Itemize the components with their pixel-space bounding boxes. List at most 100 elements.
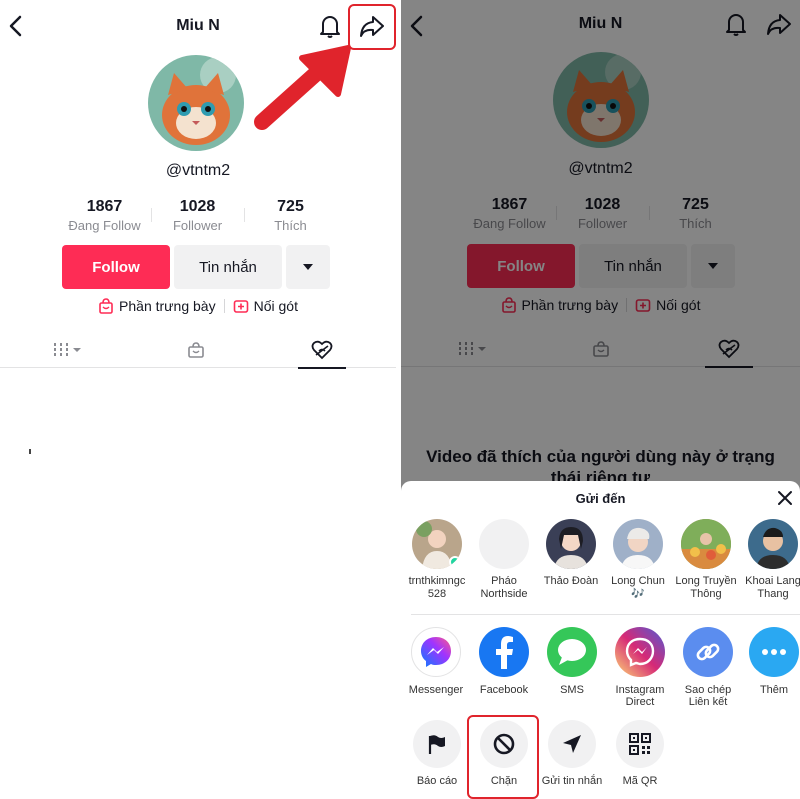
contacts-row: trnthkimngc 528 Pháo Northside Thảo Đoàn…	[401, 519, 800, 611]
app-label: Instagram Direct	[615, 684, 665, 708]
contact-name: Thảo Đoàn	[543, 575, 599, 587]
stat-followers-label: Follower	[172, 218, 223, 233]
share-sheet-title: Gửi đến	[575, 491, 626, 506]
duet-icon	[635, 299, 651, 312]
profile-screen-left: Miu N @vtntm2 1867 Đang Follow 1028 Foll…	[0, 0, 396, 799]
share-messenger[interactable]: Messenger	[401, 627, 471, 696]
annotation-arrow-icon	[254, 45, 351, 130]
share-icon[interactable]	[765, 11, 793, 37]
stat-following[interactable]: 1867 Đang Follow	[58, 198, 151, 238]
caret-down-icon	[708, 263, 718, 269]
contact-item[interactable]: trnthkimngc 528	[404, 519, 470, 601]
avatar	[148, 55, 244, 151]
share-more[interactable]: Thêm	[739, 627, 800, 696]
caret-down-icon	[303, 264, 313, 270]
contact-item[interactable]: Khoai Lang Thang	[740, 519, 800, 601]
contact-name: Long Chun 🎶	[611, 575, 665, 600]
duet-link[interactable]: Nối gót	[635, 297, 700, 313]
stat-following-value: 1867	[86, 198, 123, 215]
link-icon	[683, 627, 733, 677]
duet-link[interactable]: Nối gót	[233, 298, 298, 314]
stray-mark	[29, 449, 31, 454]
app-label: Sao chép Liên kết	[684, 684, 732, 708]
online-status-dot	[449, 556, 461, 568]
more-options-button[interactable]	[286, 245, 330, 289]
shopping-bag-icon	[501, 297, 516, 313]
tab-liked[interactable]	[274, 332, 370, 369]
message-button[interactable]: Tin nhắn	[579, 244, 687, 288]
app-label: SMS	[560, 684, 584, 696]
profile-handle: @vtntm2	[165, 162, 231, 179]
showcase-link[interactable]: Phần trưng bày	[98, 298, 216, 314]
send-message-action[interactable]: Gửi tin nhắn	[537, 720, 607, 787]
profile-screen-right: Miu N @vtntm2 1867 Đang Follow 1028 Foll…	[401, 0, 800, 799]
share-copy-link[interactable]: Sao chép Liên kết	[673, 627, 743, 708]
stat-followers-label: Follower	[577, 216, 628, 231]
avatar	[553, 52, 649, 148]
stat-likes[interactable]: 725 Thích	[649, 196, 742, 236]
avatar	[412, 519, 462, 569]
stat-likes[interactable]: 725 Thích	[244, 198, 337, 238]
stat-followers[interactable]: 1028 Follower	[151, 198, 244, 238]
stat-following-value: 1867	[491, 196, 528, 213]
stat-likes-label: Thích	[274, 218, 307, 233]
action-label: Báo cáo	[416, 775, 458, 787]
qr-code-action[interactable]: Mã QR	[605, 720, 675, 787]
action-label: Gửi tin nhắn	[541, 775, 603, 787]
profile-links: Phần trưng bày Nối gót	[401, 297, 800, 313]
sheet-divider	[411, 614, 800, 615]
showcase-label: Phần trưng bày	[119, 298, 216, 314]
tab-videos[interactable]	[20, 332, 116, 368]
hidden-heart-icon	[718, 339, 740, 359]
block-highlight-box	[467, 715, 539, 799]
stat-likes-value: 725	[277, 198, 304, 215]
share-facebook[interactable]: Facebook	[469, 627, 539, 696]
stats-row: 1867 Đang Follow 1028 Follower 725 Thích	[58, 198, 338, 238]
report-action[interactable]: Báo cáo	[402, 720, 472, 787]
share-instagram-direct[interactable]: Instagram Direct	[605, 627, 675, 708]
bag-icon	[593, 341, 609, 357]
avatar	[546, 519, 596, 569]
stat-following-label: Đang Follow	[473, 216, 546, 231]
action-label: Mã QR	[622, 775, 658, 787]
bag-icon	[188, 342, 204, 358]
more-options-button[interactable]	[691, 244, 735, 288]
stat-following[interactable]: 1867 Đang Follow	[463, 196, 556, 236]
profile-links: Phần trưng bày Nối gót	[0, 298, 396, 314]
contact-item[interactable]: Pháo Northside	[471, 519, 537, 601]
contact-name: Long Truyền Thông	[675, 575, 737, 600]
close-icon[interactable]	[776, 489, 794, 507]
flag-icon	[413, 720, 461, 768]
contact-item[interactable]: Thảo Đoàn	[538, 519, 604, 588]
avatar	[681, 519, 731, 569]
share-sms[interactable]: SMS	[537, 627, 607, 696]
contact-item[interactable]: Long Truyền Thông	[673, 519, 739, 601]
bell-icon[interactable]	[318, 13, 342, 39]
content-tabs	[0, 332, 396, 369]
follow-button[interactable]: Follow	[467, 244, 575, 288]
tab-shop[interactable]	[148, 332, 244, 368]
grid-icon	[459, 342, 486, 356]
duet-label: Nối gót	[656, 297, 701, 313]
messenger-icon	[411, 627, 461, 677]
shopping-bag-icon	[99, 298, 113, 314]
follow-button[interactable]: Follow	[62, 245, 170, 289]
showcase-label: Phần trưng bày	[521, 297, 619, 313]
stat-followers-value: 1028	[584, 196, 621, 213]
facebook-icon	[479, 627, 529, 677]
tab-videos[interactable]	[425, 331, 521, 367]
link-separator	[223, 299, 225, 313]
showcase-link[interactable]: Phần trưng bày	[501, 297, 619, 313]
bell-icon[interactable]	[724, 11, 748, 37]
hidden-heart-icon	[311, 340, 333, 360]
sms-icon	[547, 627, 597, 677]
stat-followers-value: 1028	[179, 198, 216, 215]
contact-name: Khoai Lang Thang	[745, 575, 800, 600]
tab-shop[interactable]	[553, 331, 649, 367]
contact-item[interactable]: Long Chun 🎶	[605, 519, 671, 601]
stat-likes-label: Thích	[679, 216, 712, 231]
tab-liked[interactable]	[681, 331, 777, 368]
message-button[interactable]: Tin nhắn	[174, 245, 282, 289]
stat-followers[interactable]: 1028 Follower	[556, 196, 649, 236]
send-icon	[548, 720, 596, 768]
